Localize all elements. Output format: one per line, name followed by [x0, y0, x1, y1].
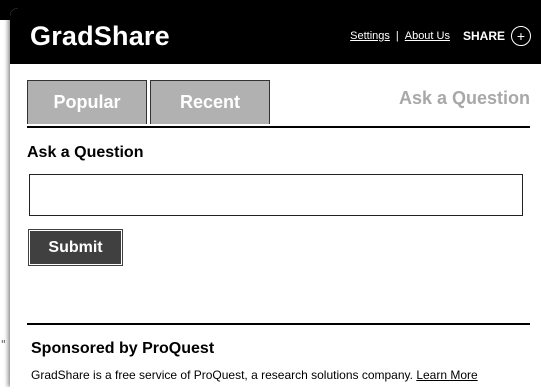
learn-more-link[interactable]: Learn More: [416, 368, 477, 382]
submit-button[interactable]: Submit: [28, 229, 123, 266]
header-links: Settings | About Us SHARE +: [350, 24, 531, 48]
tab-recent[interactable]: Recent: [150, 80, 270, 124]
tab-bar: Popular Recent Ask a Question: [27, 80, 530, 128]
tab-popular[interactable]: Popular: [27, 80, 147, 124]
settings-link[interactable]: Settings: [350, 30, 390, 42]
ask-section-title: Ask a Question: [27, 144, 144, 161]
tab-ask-a-question[interactable]: Ask a Question: [399, 88, 530, 109]
link-separator: |: [395, 30, 399, 42]
sponsor-title: Sponsored by ProQuest: [31, 340, 215, 357]
brand-logo: GradShare: [30, 21, 170, 51]
gradshare-panel: GradShare Settings | About Us SHARE + Po…: [10, 8, 541, 387]
sponsor-text: GradShare is a free service of ProQuest,…: [31, 368, 478, 382]
background-page-edge: ": [0, 338, 7, 351]
section-divider: [27, 323, 530, 325]
share-button[interactable]: SHARE: [463, 29, 505, 43]
header-bar: GradShare Settings | About Us SHARE +: [10, 8, 541, 64]
share-plus-icon[interactable]: +: [511, 26, 531, 46]
question-input[interactable]: [29, 174, 523, 216]
about-us-link[interactable]: About Us: [405, 30, 450, 42]
sponsor-description: GradShare is a free service of ProQuest,…: [31, 368, 413, 382]
